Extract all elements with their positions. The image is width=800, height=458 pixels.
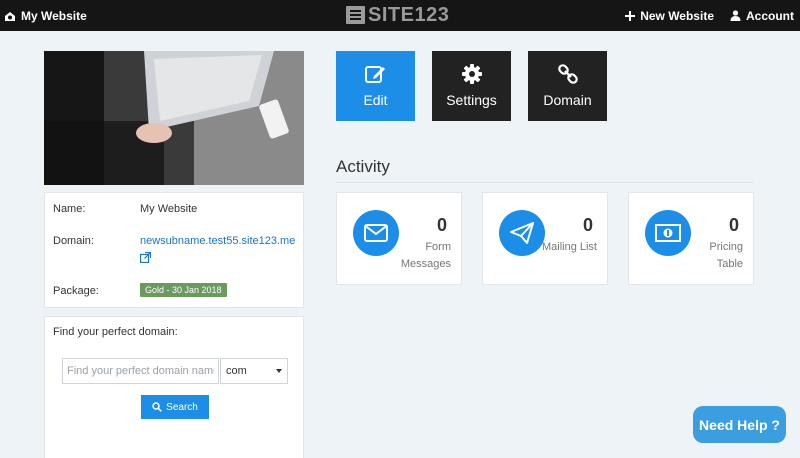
form-messages-label: Form Messages (400, 241, 451, 270)
mailing-list-count: 0 (582, 215, 593, 235)
site-name: My Website (21, 8, 87, 23)
package-badge: Gold - 30 Jan 2018 (140, 283, 227, 297)
need-help-button[interactable]: Need Help ? (693, 406, 786, 443)
website-preview-image (44, 51, 304, 185)
activity-divider (336, 182, 754, 183)
search-icon (152, 402, 163, 412)
website-info-panel: Name: My Website Domain: newsubname.test… (44, 192, 304, 308)
logo-text: SITE123 (368, 3, 450, 26)
logo-mark (346, 6, 365, 24)
edit-icon (364, 66, 385, 83)
gear-icon (461, 64, 482, 84)
site123-logo: SITE123 (346, 4, 449, 26)
domain-button[interactable]: Domain (528, 51, 607, 121)
chevron-down-icon (276, 369, 282, 373)
external-link-button[interactable] (139, 251, 152, 266)
domain-finder-panel: Find your perfect domain: com Search (44, 316, 304, 458)
domain-label: Domain: (53, 235, 94, 247)
domain-finder-title: Find your perfect domain: (53, 326, 178, 338)
mailing-list-label: Mailing List (541, 241, 597, 253)
pricing-table-label: Pricing Table (709, 241, 743, 270)
site-switcher[interactable]: My Website (4, 0, 87, 31)
external-link-icon (139, 251, 152, 264)
website-icon (5, 11, 15, 21)
package-label: Package: (53, 285, 99, 297)
domain-search-button[interactable]: Search (141, 395, 209, 419)
edit-label: Edit (363, 92, 388, 108)
settings-button[interactable]: Settings (432, 51, 511, 121)
edit-button[interactable]: Edit (336, 51, 415, 121)
new-website-button[interactable]: New Website (625, 9, 714, 23)
activity-title: Activity (336, 157, 390, 176)
domain-link[interactable]: newsubname.test55.site123.me (140, 235, 295, 247)
name-value: My Website (140, 203, 198, 215)
new-website-label: New Website (640, 8, 714, 23)
tld-value: com (226, 365, 247, 377)
form-messages-count: 0 (436, 215, 447, 235)
pricing-table-count: 0 (728, 215, 739, 235)
pricing-table-card[interactable]: 0 Pricing Table (628, 192, 754, 285)
settings-label: Settings (446, 92, 497, 108)
plus-icon (625, 10, 636, 21)
tld-select[interactable]: com (220, 358, 288, 384)
name-label: Name: (53, 203, 86, 215)
domain-search-input[interactable] (62, 358, 219, 384)
search-label: Search (166, 401, 198, 413)
link-icon (557, 64, 578, 84)
user-icon (730, 10, 741, 21)
account-label: Account (746, 8, 794, 23)
mailing-list-card[interactable]: 0 Mailing List (482, 192, 608, 285)
account-button[interactable]: Account (730, 9, 794, 23)
form-messages-card[interactable]: 0 Form Messages (336, 192, 462, 285)
top-bar: My Website SITE123 New Website Account (0, 0, 800, 31)
domain-label: Domain (543, 92, 592, 108)
